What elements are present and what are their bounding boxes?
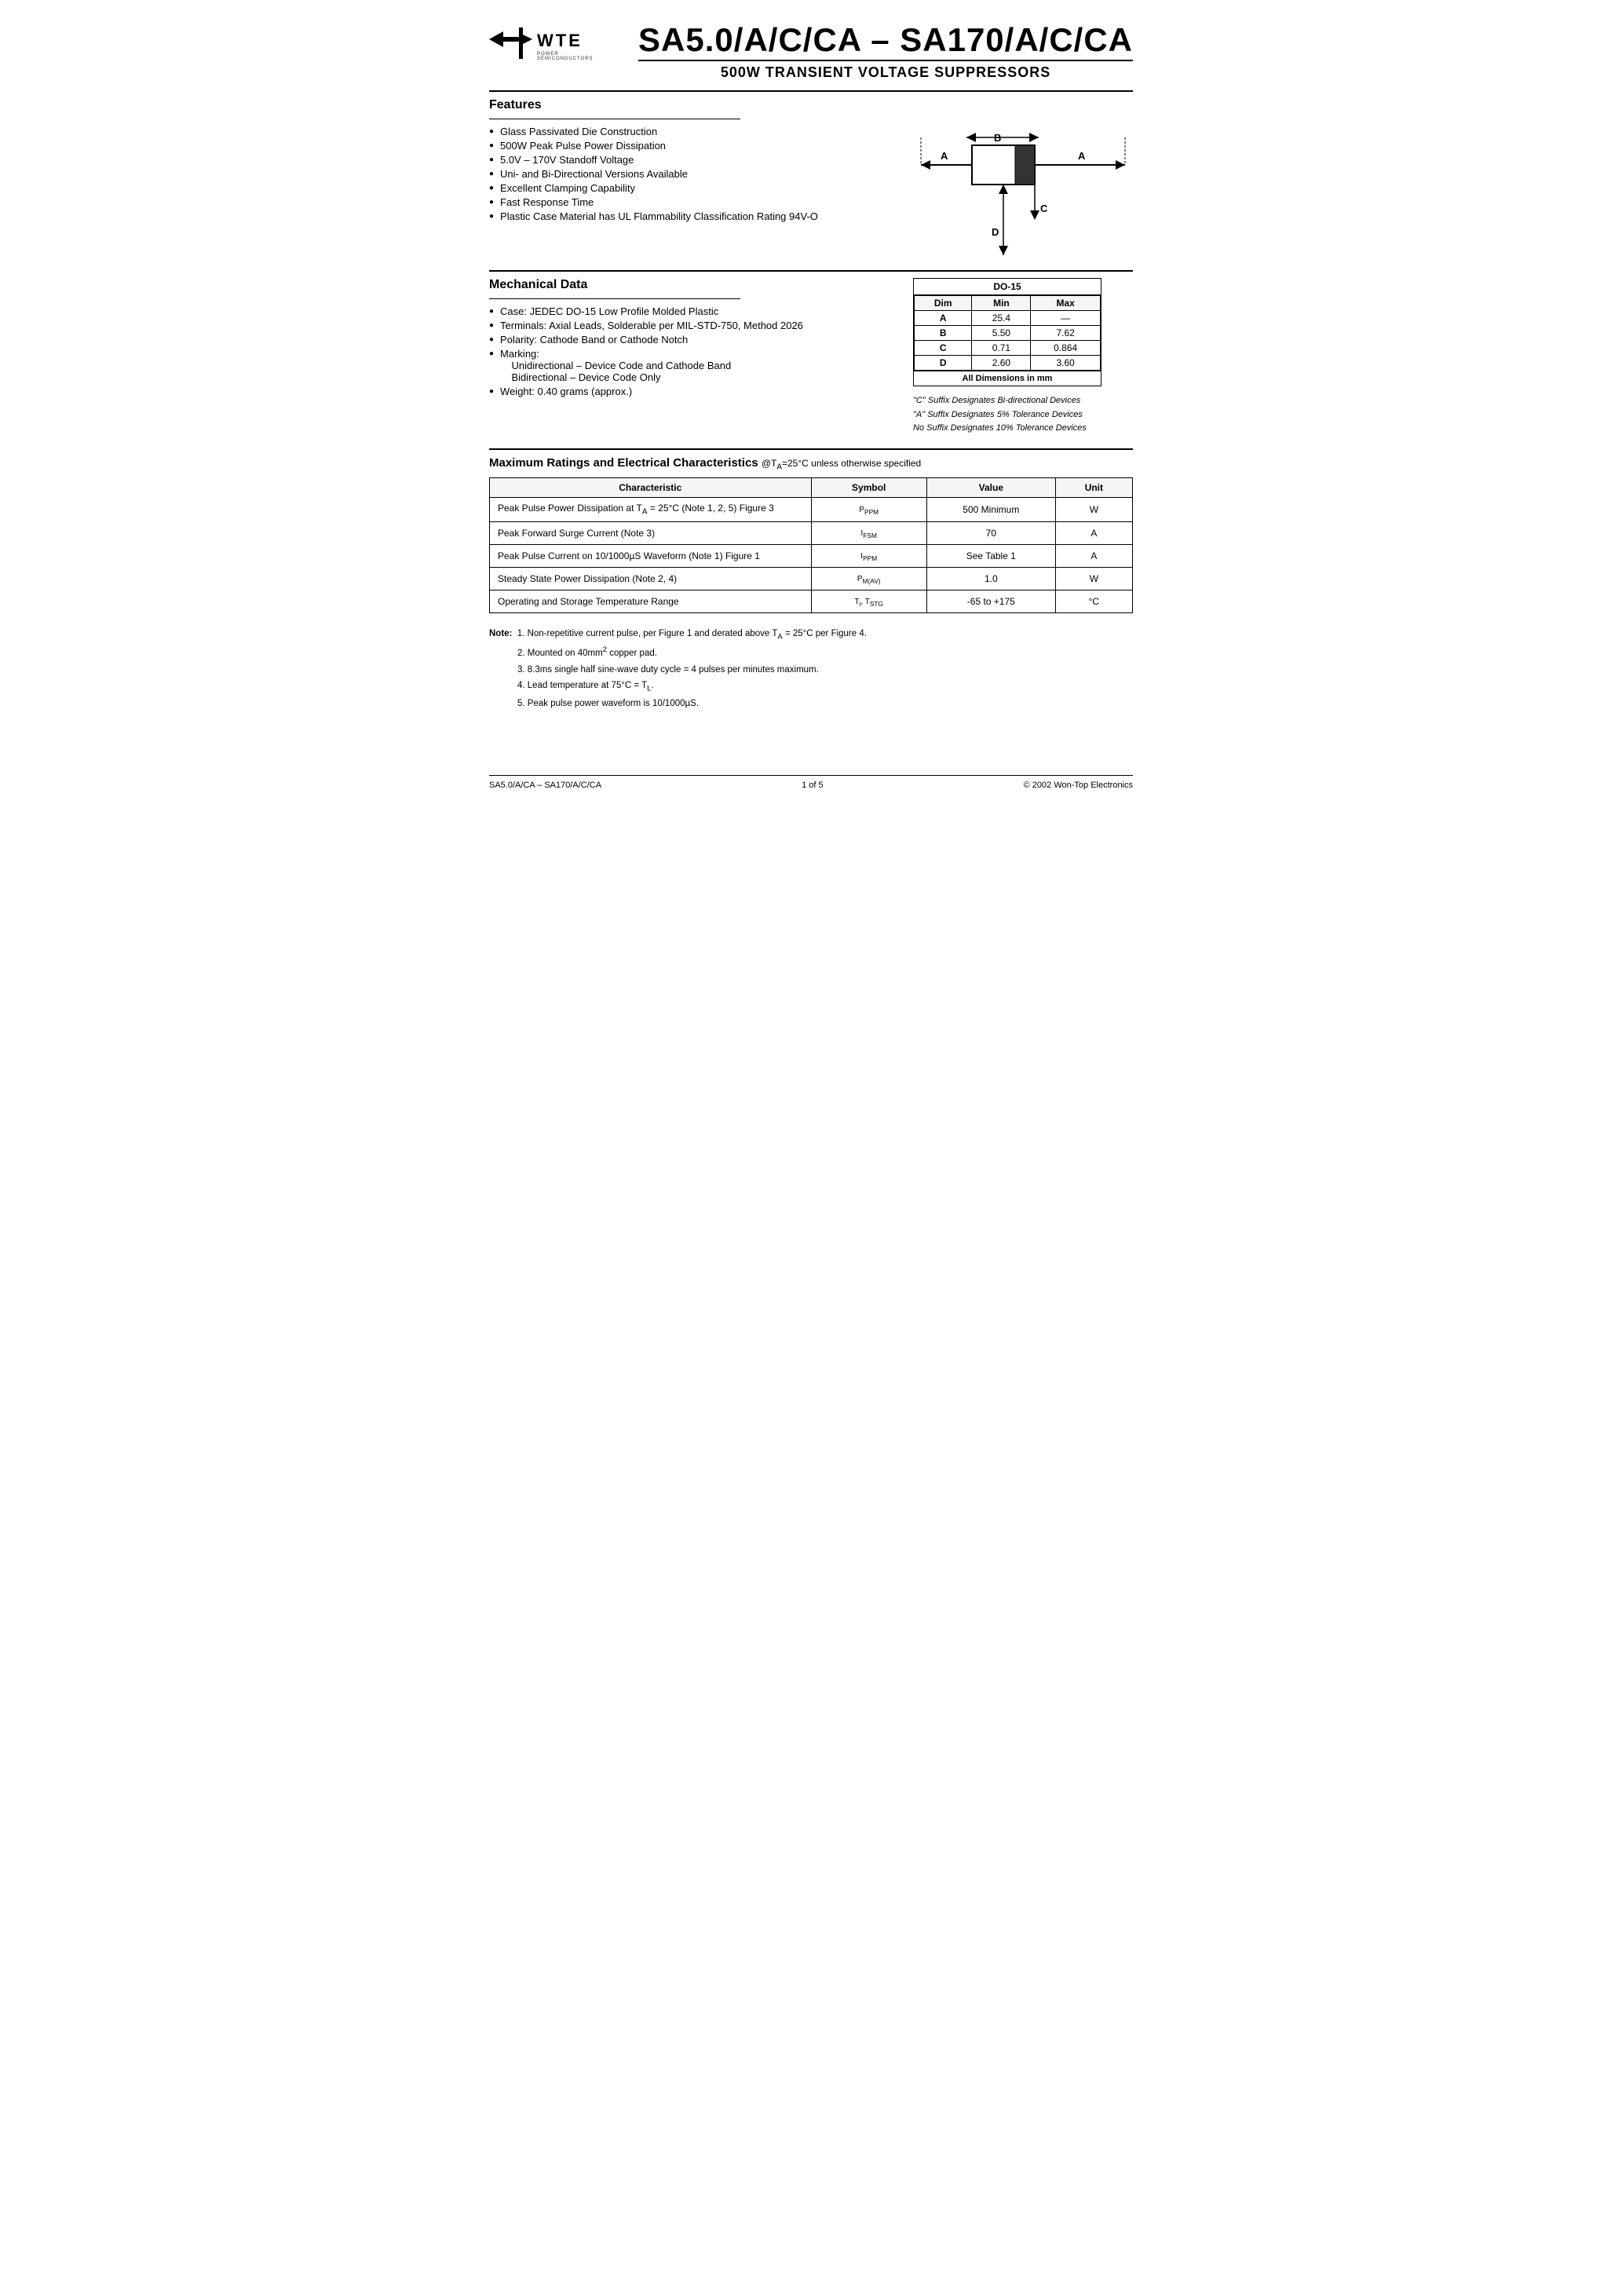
logo-wte: WTE [537,31,583,51]
sym-4: PM(AV) [811,567,926,590]
val-2: 70 [926,521,1055,544]
unit-4: W [1055,567,1132,590]
page-footer: SA5.0/A/CA – SA170/A/C/CA 1 of 5 © 2002 … [489,775,1133,790]
diode-diagram: A B A [913,98,1133,258]
suffix-note-1: "C" Suffix Designates Bi-directional Dev… [913,394,1133,408]
mech-heading: Mechanical Data [489,278,897,292]
suffix-note-2: "A" Suffix Designates 5% Tolerance Devic… [913,408,1133,422]
dim-row-a: A 25.4 — [915,311,1101,326]
ratings-row-1: Peak Pulse Power Dissipation at TA = 25°… [490,498,1133,521]
title-area: SA5.0/A/C/CA – SA170/A/C/CA 500W TRANSIE… [638,24,1133,81]
ratings-row-3: Peak Pulse Current on 10/1000µS Waveform… [490,544,1133,567]
mech-left: Mechanical Data Case: JEDEC DO-15 Low Pr… [489,278,913,400]
feature-item-6: Fast Response Time [489,196,897,208]
features-section: Features Glass Passivated Die Constructi… [489,98,1133,258]
dim-table-title: DO-15 [914,279,1101,295]
mech-rule [489,270,1133,272]
unit-3: A [1055,544,1132,567]
logo-icon [489,24,532,68]
feature-item-5: Excellent Clamping Capability [489,182,897,194]
th-char: Characteristic [490,478,812,498]
char-1: Peak Pulse Power Dissipation at TA = 25°… [490,498,812,521]
ratings-row-2: Peak Forward Surge Current (Note 3) IFSM… [490,521,1133,544]
mech-item-5: Weight: 0.40 grams (approx.) [489,386,897,397]
svg-text:A: A [1078,150,1086,162]
sym-5: Ti, TSTG [811,590,926,612]
features-heading: Features [489,98,897,112]
sym-3: IPPM [811,544,926,567]
mech-rule-thin [489,298,740,299]
dim-row-c: C 0.71 0.864 [915,341,1101,356]
val-1: 500 Minimum [926,498,1055,521]
ratings-section: Maximum Ratings and Electrical Character… [489,456,1133,613]
ratings-heading: Maximum Ratings and Electrical Character… [489,456,1133,471]
ratings-condition: @TA=25°C unless otherwise specified [762,458,921,469]
mech-item-3: Polarity: Cathode Band or Cathode Notch [489,334,897,345]
dimension-table-wrapper: DO-15 Dim Min Max A 25.4 — [913,278,1101,386]
features-list: Glass Passivated Die Construction 500W P… [489,126,897,222]
feature-item-1: Glass Passivated Die Construction [489,126,897,137]
val-4: 1.0 [926,567,1055,590]
notes-intro: Note: 1. Non-repetitive current pulse, p… [489,626,1133,644]
mech-item-4: Marking: Unidirectional – Device Code an… [489,348,897,383]
unit-1: W [1055,498,1132,521]
unit-2: A [1055,521,1132,544]
ratings-table: Characteristic Symbol Value Unit Peak Pu… [489,477,1133,612]
dim-note: All Dimensions in mm [914,371,1101,386]
th-unit: Unit [1055,478,1132,498]
main-title: SA5.0/A/C/CA – SA170/A/C/CA [638,24,1133,57]
ratings-row-5: Operating and Storage Temperature Range … [490,590,1133,612]
note-3: 3. 8.3ms single half sine-wave duty cycl… [517,662,1133,678]
footer-center: 1 of 5 [802,781,824,790]
dim-row-d: D 2.60 3.60 [915,356,1101,371]
char-4: Steady State Power Dissipation (Note 2, … [490,567,812,590]
th-sym: Symbol [811,478,926,498]
feature-item-7: Plastic Case Material has UL Flammabilit… [489,210,897,222]
char-2: Peak Forward Surge Current (Note 3) [490,521,812,544]
suffix-note-3: No Suffix Designates 10% Tolerance Devic… [913,422,1133,436]
svg-text:A: A [941,150,948,162]
footer-left: SA5.0/A/CA – SA170/A/C/CA [489,781,601,790]
col-max: Max [1031,296,1101,311]
val-5: -65 to +175 [926,590,1055,612]
mech-section: Mechanical Data Case: JEDEC DO-15 Low Pr… [489,278,1133,436]
svg-text:C: C [1040,203,1048,214]
ratings-rule [489,448,1133,450]
feature-item-2: 500W Peak Pulse Power Dissipation [489,140,897,152]
unit-5: °C [1055,590,1132,612]
char-5: Operating and Storage Temperature Range [490,590,812,612]
sym-1: PPPM [811,498,926,521]
mech-list: Case: JEDEC DO-15 Low Profile Molded Pla… [489,305,897,397]
note-5: 5. Peak pulse power waveform is 10/1000µ… [517,696,1133,712]
mech-right: DO-15 Dim Min Max A 25.4 — [913,278,1133,436]
dimension-table: Dim Min Max A 25.4 — B 5.50 7.62 [914,295,1101,371]
mech-item-1: Case: JEDEC DO-15 Low Profile Molded Pla… [489,305,897,317]
note-1: 1. Non-repetitive current pulse, per Fig… [517,629,867,638]
col-dim: Dim [915,296,972,311]
th-val: Value [926,478,1055,498]
note-4: 4. Lead temperature at 75°C = TL. [517,678,1133,696]
header-rule [489,90,1133,92]
note-2: 2. Mounted on 40mm2 copper pad. [517,643,1133,662]
col-min: Min [972,296,1031,311]
logo-text-area: WTE POWER SEMICONDUCTORS [537,31,615,61]
features-left: Features Glass Passivated Die Constructi… [489,98,913,225]
mech-item-2: Terminals: Axial Leads, Solderable per M… [489,320,897,331]
feature-item-4: Uni- and Bi-Directional Versions Availab… [489,168,897,180]
footer-right: © 2002 Won-Top Electronics [1024,781,1133,790]
dim-row-b: B 5.50 7.62 [915,326,1101,341]
feature-item-3: 5.0V – 170V Standoff Voltage [489,154,897,166]
logo-area: WTE POWER SEMICONDUCTORS [489,24,615,68]
char-3: Peak Pulse Current on 10/1000µS Waveform… [490,544,812,567]
suffix-notes: "C" Suffix Designates Bi-directional Dev… [913,394,1133,436]
svg-text:D: D [992,226,999,238]
sym-2: IFSM [811,521,926,544]
sub-title: 500W TRANSIENT VOLTAGE SUPPRESSORS [638,60,1133,81]
page-header: WTE POWER SEMICONDUCTORS SA5.0/A/C/CA – … [489,24,1133,81]
logo-subtitle: POWER SEMICONDUCTORS [537,52,615,61]
ratings-row-4: Steady State Power Dissipation (Note 2, … [490,567,1133,590]
notes-section: Note: 1. Non-repetitive current pulse, p… [489,626,1133,712]
val-3: See Table 1 [926,544,1055,567]
